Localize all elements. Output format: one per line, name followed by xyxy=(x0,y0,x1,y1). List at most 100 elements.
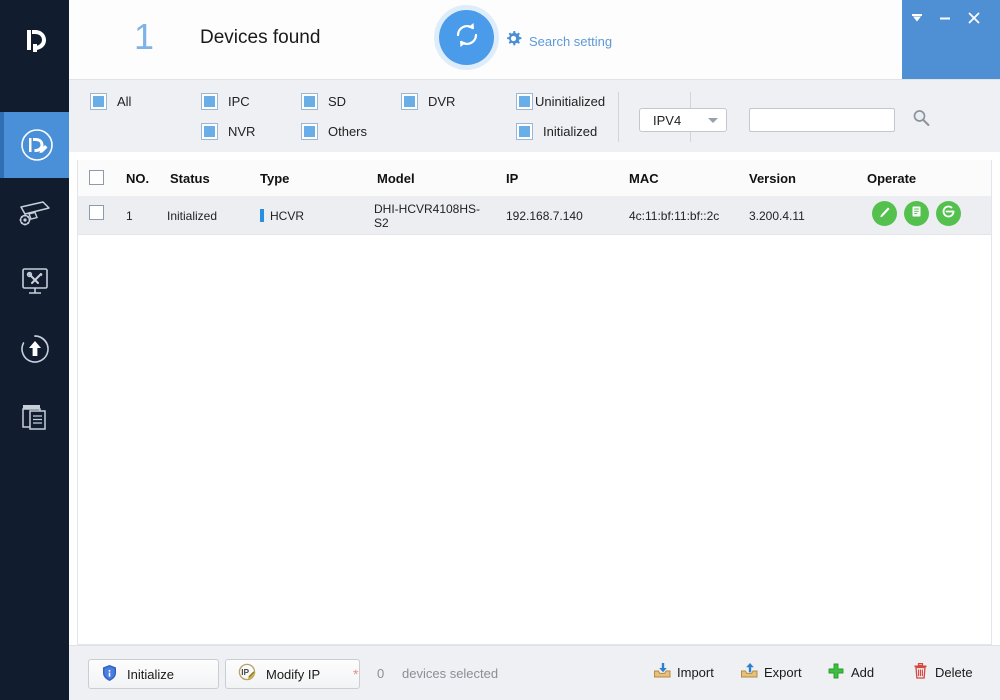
plus-icon xyxy=(827,662,845,683)
minimize-icon xyxy=(937,10,953,31)
monitor-tools-icon xyxy=(16,264,54,298)
cell-type-label: HCVR xyxy=(270,209,305,223)
ip-version-select[interactable]: IPV4 xyxy=(639,108,727,132)
close-button[interactable] xyxy=(962,8,986,32)
open-web-button[interactable] xyxy=(936,201,961,226)
checkbox-initialized[interactable] xyxy=(517,124,532,139)
checkbox-sd[interactable] xyxy=(302,94,317,109)
filter-uninitialized[interactable]: Uninitialized xyxy=(517,94,605,109)
filter-others-label: Others xyxy=(328,124,368,139)
filter-uninitialized-label: Uninitialized xyxy=(535,94,606,109)
column-type: Type xyxy=(260,171,290,186)
refresh-circle-icon xyxy=(451,19,483,56)
checkbox-ipc[interactable] xyxy=(202,94,217,109)
search-input[interactable] xyxy=(749,108,895,132)
ip-pencil-icon xyxy=(18,126,56,164)
column-mac: MAC xyxy=(629,171,659,186)
filter-ipc[interactable]: IPC xyxy=(202,94,250,109)
sidebar-item-logs[interactable] xyxy=(0,384,69,450)
delete-button[interactable]: Delete xyxy=(912,662,973,683)
sidebar-item-ip-modification[interactable] xyxy=(0,112,69,178)
search-button[interactable] xyxy=(908,108,934,132)
filter-divider-left xyxy=(618,92,619,142)
add-button[interactable]: Add xyxy=(827,662,874,683)
trash-icon xyxy=(912,662,929,683)
filter-ipc-label: IPC xyxy=(228,94,250,109)
modify-ip-label: Modify IP xyxy=(266,666,321,682)
modify-ip-button[interactable]: IP Modify IP xyxy=(225,659,360,689)
filter-dvr[interactable]: DVR xyxy=(402,94,455,109)
type-indicator-bar xyxy=(260,209,264,222)
header: 1 Devices found Search setting xyxy=(69,0,902,79)
sidebar xyxy=(0,0,69,700)
close-icon xyxy=(966,10,982,31)
gear-icon xyxy=(505,30,522,52)
filter-initialized[interactable]: Initialized xyxy=(517,124,597,139)
search-setting-button[interactable]: Search setting xyxy=(505,30,612,52)
filter-nvr[interactable]: NVR xyxy=(202,124,255,139)
cell-no: 1 xyxy=(126,209,133,223)
table-row[interactable]: 1 Initialized HCVR DHI-HCVR4108HS-S2 192… xyxy=(78,196,991,235)
column-status: Status xyxy=(170,171,210,186)
cell-version: 3.200.4.11 xyxy=(749,209,805,223)
filter-sd[interactable]: SD xyxy=(302,94,346,109)
column-no: NO. xyxy=(126,171,150,186)
search-setting-label: Search setting xyxy=(529,33,613,49)
column-operate: Operate xyxy=(867,171,917,186)
checkbox-others[interactable] xyxy=(302,124,317,139)
checkbox-all[interactable] xyxy=(91,94,106,109)
triangle-down-icon xyxy=(909,10,925,31)
export-button[interactable]: Export xyxy=(740,662,802,682)
row-checkbox-cell[interactable] xyxy=(89,205,104,225)
selection-required-marker: * xyxy=(353,666,359,682)
checkbox-uninitialized[interactable] xyxy=(517,94,532,109)
checkbox-nvr[interactable] xyxy=(202,124,217,139)
export-tray-icon xyxy=(740,662,758,682)
add-label: Add xyxy=(851,665,875,680)
delete-label: Delete xyxy=(935,665,973,680)
page-title: Devices found xyxy=(200,27,321,48)
filter-sd-label: SD xyxy=(328,94,347,109)
column-model: Model xyxy=(377,171,415,186)
select-all-checkbox[interactable] xyxy=(89,170,104,185)
sidebar-item-device-tools[interactable] xyxy=(0,248,69,314)
cell-model: DHI-HCVR4108HS-S2 xyxy=(374,202,481,230)
cell-type: HCVR xyxy=(260,209,304,223)
svg-text:IP: IP xyxy=(241,667,249,677)
import-tray-icon xyxy=(653,662,671,682)
minimize-button[interactable] xyxy=(933,8,957,32)
checkbox-dvr[interactable] xyxy=(402,94,417,109)
pencil-icon xyxy=(877,203,893,224)
selected-device-count: 0 xyxy=(377,666,385,681)
selected-device-text: devices selected xyxy=(402,666,499,681)
shield-icon xyxy=(101,664,118,685)
device-count: 1 xyxy=(134,16,155,57)
filter-all[interactable]: All xyxy=(91,94,131,109)
import-button[interactable]: Import xyxy=(653,662,714,682)
edit-device-button[interactable] xyxy=(872,201,897,226)
refresh-button[interactable] xyxy=(439,10,494,65)
initialize-button[interactable]: Initialize xyxy=(88,659,219,689)
device-table: NO. Status Type Model IP MAC Version Ope… xyxy=(77,160,992,645)
collapse-button[interactable] xyxy=(905,8,929,32)
document-icon xyxy=(909,204,924,224)
sidebar-item-upgrade[interactable] xyxy=(0,316,69,382)
row-checkbox[interactable] xyxy=(89,205,104,220)
cell-status: Initialized xyxy=(167,209,218,223)
dahua-logo xyxy=(0,0,69,80)
magnifier-icon xyxy=(911,108,931,133)
filter-all-label: All xyxy=(117,94,132,109)
select-all-checkbox-cell[interactable] xyxy=(89,170,104,190)
import-label: Import xyxy=(677,664,714,680)
export-label: Export xyxy=(764,664,802,680)
chevron-down-icon xyxy=(708,118,718,123)
filter-others[interactable]: Others xyxy=(302,124,367,139)
ie-browser-icon xyxy=(940,203,957,225)
camera-gear-icon xyxy=(15,196,55,230)
window-controls-panel xyxy=(902,0,1000,79)
filter-nvr-label: NVR xyxy=(228,124,256,139)
device-details-button[interactable] xyxy=(904,201,929,226)
ip-pencil-icon: IP xyxy=(238,663,257,685)
sidebar-item-device-config[interactable] xyxy=(0,180,69,246)
config-tool-window: 1 Devices found Search setting All IPC S… xyxy=(0,0,1000,700)
